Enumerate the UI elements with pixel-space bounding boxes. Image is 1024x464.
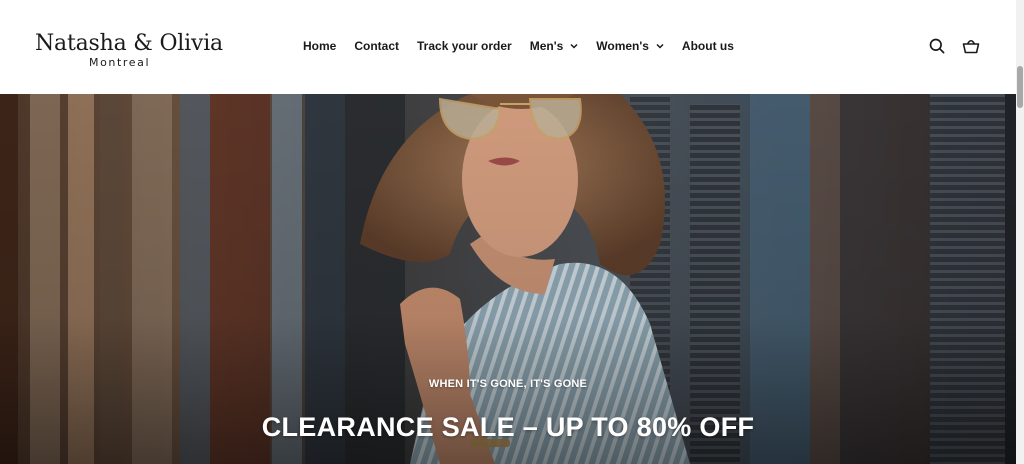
hero-title: CLEARANCE SALE – UP TO 80% OFF (261, 412, 755, 442)
nav-item-label: About us (681, 39, 734, 53)
nav-item-label: Track your order (417, 39, 512, 53)
chevron-down-icon (656, 43, 664, 49)
nav-item-track-order[interactable]: Track your order (417, 39, 512, 53)
nav-item-mens[interactable]: Men's (530, 39, 579, 53)
nav-item-label: Contact (354, 39, 400, 53)
site-header: Natasha & Olivia Montreal Home Contact T… (0, 0, 1016, 94)
page-scrollbar[interactable] (1016, 0, 1024, 464)
header-actions (928, 37, 980, 55)
nav-item-about[interactable]: About us (682, 39, 734, 53)
nav-item-home[interactable]: Home (303, 39, 336, 53)
brand-name: Natasha & Olivia (35, 31, 223, 56)
search-icon[interactable] (928, 37, 946, 55)
nav-item-label: Home (303, 39, 337, 53)
scrollbar-thumb[interactable] (1017, 66, 1023, 108)
basket-icon[interactable] (962, 37, 980, 55)
brand-location: Montreal (89, 56, 151, 69)
nav-item-label: Men's (529, 39, 564, 53)
hero-banner[interactable]: WHEN IT'S GONE, IT'S GONE CLEARANCE SALE… (0, 94, 1016, 464)
main-nav: Home Contact Track your order Men's Wome… (303, 37, 734, 55)
brand-logo[interactable]: Natasha & Olivia Montreal (35, 31, 223, 71)
nav-item-womens[interactable]: Women's (596, 39, 664, 53)
nav-item-label: Women's (596, 39, 649, 53)
hero-image (0, 94, 1016, 464)
chevron-down-icon (570, 43, 578, 49)
nav-item-contact[interactable]: Contact (354, 39, 399, 53)
hero-eyebrow: WHEN IT'S GONE, IT'S GONE (428, 378, 588, 390)
